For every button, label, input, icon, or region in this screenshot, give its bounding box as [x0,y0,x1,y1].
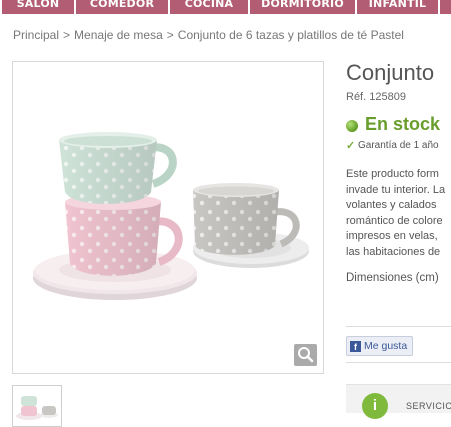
nav-item-infantil[interactable]: INFANTIL [357,0,438,14]
green-dot-icon [346,120,358,132]
service-label: SERVICIO [406,401,451,411]
breadcrumb-separator: > [63,28,71,42]
dimensions-label: Dimensiones (cm) [346,272,439,284]
like-label: Me gusta [364,340,408,352]
breadcrumb-principal[interactable]: Principal [13,28,59,42]
product-title: Conjunto [346,60,435,85]
product-image[interactable] [12,61,324,374]
divider [346,326,451,327]
description-line: impresos en velas, [346,230,438,242]
description-line: las habitaciones de [346,245,441,258]
breadcrumb-current: Conjunto de 6 tazas y platillos de té Pa… [177,28,404,42]
breadcrumb-menaje[interactable]: Menaje de mesa [74,28,163,42]
nav-item-dormitorio[interactable]: DORMITORIO [250,0,355,14]
thumbnail-image [16,396,58,420]
product-description: Este producto form invade tu interior. L… [346,167,451,260]
warranty-text: Garantía de 1 año [358,140,439,151]
description-line: romántico de colore [346,214,443,227]
nav-item-salon[interactable]: SALÓN [2,0,74,14]
nav-item-cocina[interactable]: COCINA [170,0,248,14]
breadcrumb: Principal > Menaje de mesa > Conjunto de 6 t… [13,28,404,42]
teacups-illustration [33,132,309,300]
info-icon: i [362,393,388,419]
description-line: volantes y calados [346,199,437,211]
description-line: invade tu interior. La [346,183,446,196]
divider [346,362,451,363]
nav-item-more[interactable] [440,0,451,14]
service-box[interactable]: i SERVICIO [346,384,451,419]
facebook-like-button[interactable]: f Me gusta [346,336,414,356]
description-line: Este producto form [346,168,439,180]
top-navigation: SALÓN COMEDOR COCINA DORMITORIO INFANTIL [0,0,451,14]
stock-status: En stock [365,114,441,134]
nav-item-comedor[interactable]: COMEDOR [76,0,168,14]
zoom-button[interactable] [294,344,317,366]
magnifier-icon [298,347,314,363]
product-thumbnail[interactable] [12,385,62,427]
breadcrumb-separator: > [166,28,174,42]
check-icon: ✓ [346,140,356,152]
facebook-icon: f [350,341,361,352]
product-reference: Réf. 125809 [346,91,406,103]
